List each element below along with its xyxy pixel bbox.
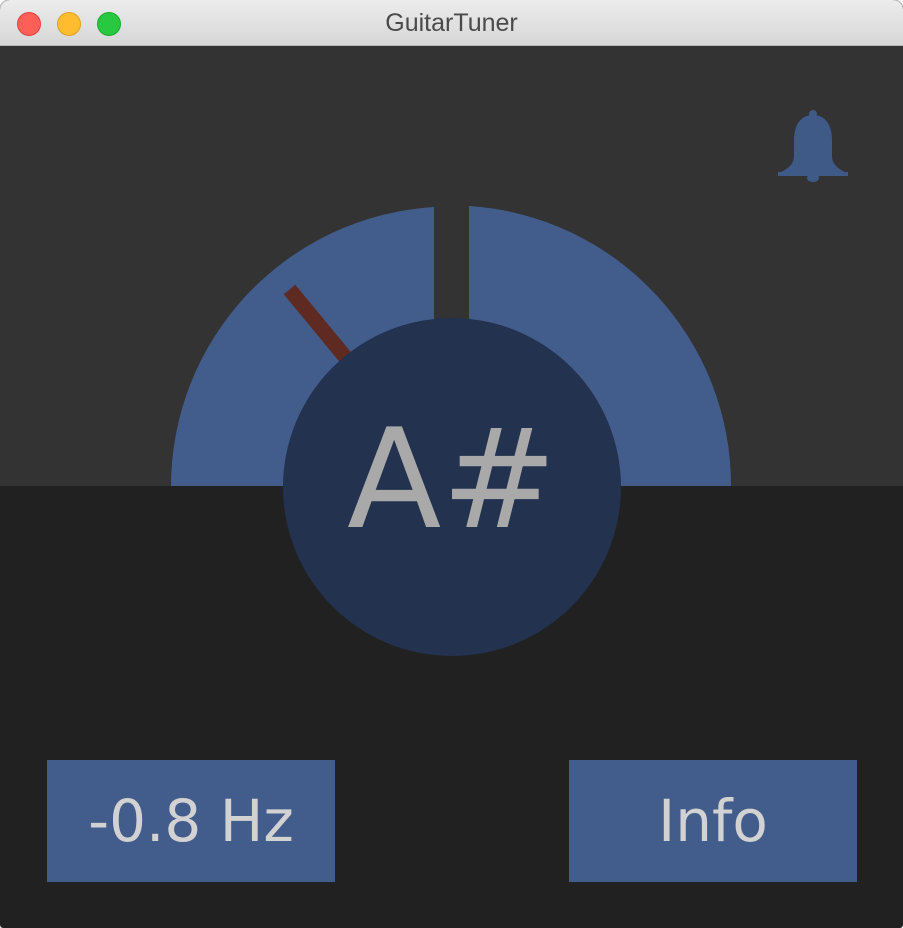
frequency-offset-button[interactable]: -0.8 Hz [47,760,335,882]
detected-note: A# [346,399,558,560]
info-button[interactable]: Info [569,760,857,882]
guitar-tuner-window: GuitarTuner A# -0.8 Hz Info [0,0,903,928]
window-title: GuitarTuner [385,9,518,37]
bell-icon[interactable] [776,108,850,184]
title-bar: GuitarTuner [0,0,903,46]
